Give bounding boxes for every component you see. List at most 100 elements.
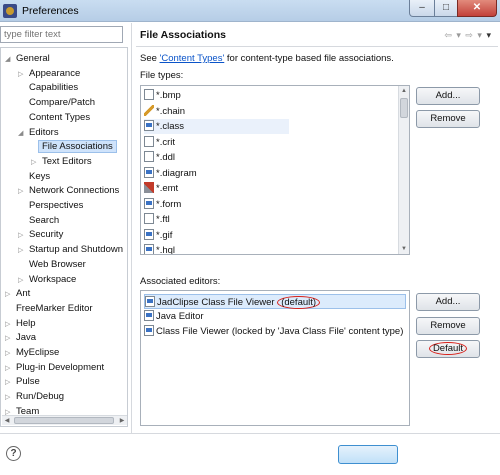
tree-item[interactable]: ▷ Run/Debug (5, 390, 64, 404)
tree-item[interactable]: Keys (18, 170, 50, 184)
tree-item[interactable]: Web Browser (18, 258, 86, 272)
expand-icon[interactable]: ▷ (18, 68, 26, 82)
tree-item[interactable]: ▷ Plug-in Development (5, 361, 104, 375)
tree-scroll-thumb[interactable] (14, 417, 114, 424)
expand-icon[interactable]: ▷ (18, 274, 26, 288)
tree-item[interactable]: ▷ Text Editors (31, 155, 92, 169)
editor-row[interactable]: Java Editor (144, 309, 204, 324)
tree-item-label: Editors (29, 126, 59, 138)
tree-item[interactable]: ▷ Help (5, 317, 36, 331)
content-types-note: See 'Content Types' for content-type bas… (140, 53, 394, 64)
tree-item[interactable]: Search (18, 214, 59, 228)
close-button[interactable]: ✕ (457, 0, 497, 17)
file-type-name: *.hql (156, 245, 176, 255)
file-type-row[interactable]: *.diagram (144, 166, 197, 181)
expand-icon[interactable]: ▷ (5, 318, 13, 332)
tree-item[interactable]: ▷ Java (5, 331, 36, 345)
file-type-row[interactable]: *.gif (144, 228, 172, 243)
file-types-scrollbar[interactable]: ▲ ▼ (398, 86, 409, 254)
scroll-right-icon[interactable]: ▶ (117, 416, 127, 426)
tree-item[interactable]: ▷ Workspace (18, 273, 76, 287)
preference-tree: ◢ General ▷ Appearance Capabilities Compare/P… (0, 47, 128, 427)
tree-item-label: Workspace (29, 273, 77, 285)
file-types-list[interactable]: *.bmp *.chain *.class *.crit *.ddl *.diagram *… (140, 85, 410, 255)
tree-item-label: Ant (16, 288, 31, 300)
add-editor-button[interactable]: Add... (416, 293, 480, 311)
file-type-row[interactable]: *.emt (144, 181, 178, 196)
title-bar: Preferences – □ ✕ (0, 0, 500, 22)
tree-item[interactable]: ▷ Network Connections (18, 184, 119, 198)
help-icon[interactable]: ? (6, 446, 21, 461)
back-icon[interactable]: ⇦ ▾ (444, 30, 462, 40)
tree-item-label: Text Editors (42, 155, 92, 167)
view-menu-icon[interactable]: ▾ (486, 30, 492, 40)
tree-item[interactable]: FreeMarker Editor (5, 302, 93, 316)
tree-item-label: Java (16, 332, 37, 344)
tree-item[interactable]: Perspectives (18, 199, 83, 213)
tree-item-label: Compare/Patch (29, 97, 96, 109)
tree-item[interactable]: File Associations (31, 140, 117, 154)
file-type-row[interactable]: *.ftl (144, 212, 170, 227)
tree-horizontal-scrollbar[interactable]: ◀ ▶ (2, 415, 127, 425)
tree-item[interactable]: Content Types (18, 111, 90, 125)
tree-item[interactable]: ▷ Ant (5, 287, 30, 301)
tree-item[interactable]: ▷ Startup and Shutdown (18, 243, 123, 257)
scroll-down-icon[interactable]: ▼ (399, 244, 409, 254)
expand-icon[interactable]: ▷ (31, 156, 39, 170)
tree-item[interactable]: Capabilities (18, 81, 78, 95)
tree-item[interactable]: ▷ Pulse (5, 375, 40, 389)
content-types-link[interactable]: 'Content Types' (160, 53, 225, 64)
tree-item-label: Keys (29, 170, 51, 182)
maximize-button[interactable]: □ (434, 0, 458, 17)
expand-icon[interactable]: ▷ (18, 185, 26, 199)
expand-icon[interactable]: ▷ (5, 376, 13, 390)
remove-editor-button[interactable]: Remove (416, 317, 480, 335)
tree-item[interactable]: ▷ Security (18, 228, 63, 242)
expand-icon[interactable]: ▷ (5, 288, 13, 302)
tree-item[interactable]: ◢ Editors (18, 126, 59, 140)
remove-file-type-button[interactable]: Remove (416, 110, 480, 128)
expand-icon[interactable]: ▷ (18, 229, 26, 243)
collapse-icon[interactable]: ◢ (18, 127, 26, 141)
tree-item-label: Pulse (16, 376, 40, 388)
tree-item[interactable]: ◢ General (5, 52, 50, 66)
scroll-up-icon[interactable]: ▲ (399, 86, 409, 96)
collapse-icon[interactable]: ◢ (5, 53, 13, 67)
file-type-row[interactable]: *.form (144, 197, 181, 212)
forward-icon[interactable]: ⇨ ▾ (465, 30, 483, 40)
file-type-row[interactable]: *.bmp (144, 88, 181, 103)
expand-icon[interactable]: ▷ (5, 347, 13, 361)
file-type-row[interactable]: *.class (144, 119, 289, 134)
scroll-left-icon[interactable]: ◀ (2, 416, 12, 426)
expand-icon[interactable]: ▷ (5, 362, 13, 376)
file-types-scroll-thumb[interactable] (400, 98, 408, 118)
minimize-button[interactable]: – (409, 0, 435, 17)
file-type-row[interactable]: *.chain (144, 104, 185, 119)
tree-item-label: Capabilities (29, 82, 79, 94)
tree-item-label: Search (29, 214, 60, 226)
hql-icon (144, 244, 154, 254)
pen-icon (144, 104, 154, 116)
associated-editors-list[interactable]: JadClipse Class File Viewer (default) Jav… (140, 290, 410, 426)
note-prefix: See (140, 53, 160, 64)
editor-row[interactable]: Class File Viewer (locked by 'Java Class… (144, 324, 403, 339)
diagram-icon (144, 166, 154, 178)
editor-row[interactable]: JadClipse Class File Viewer (default) (144, 294, 406, 309)
default-button[interactable]: Default (416, 340, 480, 358)
ok-button[interactable] (338, 445, 398, 464)
add-file-type-button[interactable]: Add... (416, 87, 480, 105)
file-type-row[interactable]: *.hql (144, 243, 176, 255)
tree-item-label: Startup and Shutdown (29, 244, 124, 256)
tree-item[interactable]: ▷ MyEclipse (5, 346, 59, 360)
file-type-row[interactable]: *.crit (144, 135, 175, 150)
tree-item[interactable]: Compare/Patch (18, 96, 95, 110)
footer-divider (0, 433, 500, 434)
file-type-row[interactable]: *.ddl (144, 150, 175, 165)
expand-icon[interactable]: ▷ (5, 391, 13, 405)
filter-input[interactable] (0, 26, 123, 43)
file-type-name: *.class (156, 121, 184, 132)
expand-icon[interactable]: ▷ (18, 244, 26, 258)
file-type-name: *.emt (156, 183, 179, 194)
tree-item[interactable]: ▷ Appearance (18, 67, 80, 81)
expand-icon[interactable]: ▷ (5, 332, 13, 346)
